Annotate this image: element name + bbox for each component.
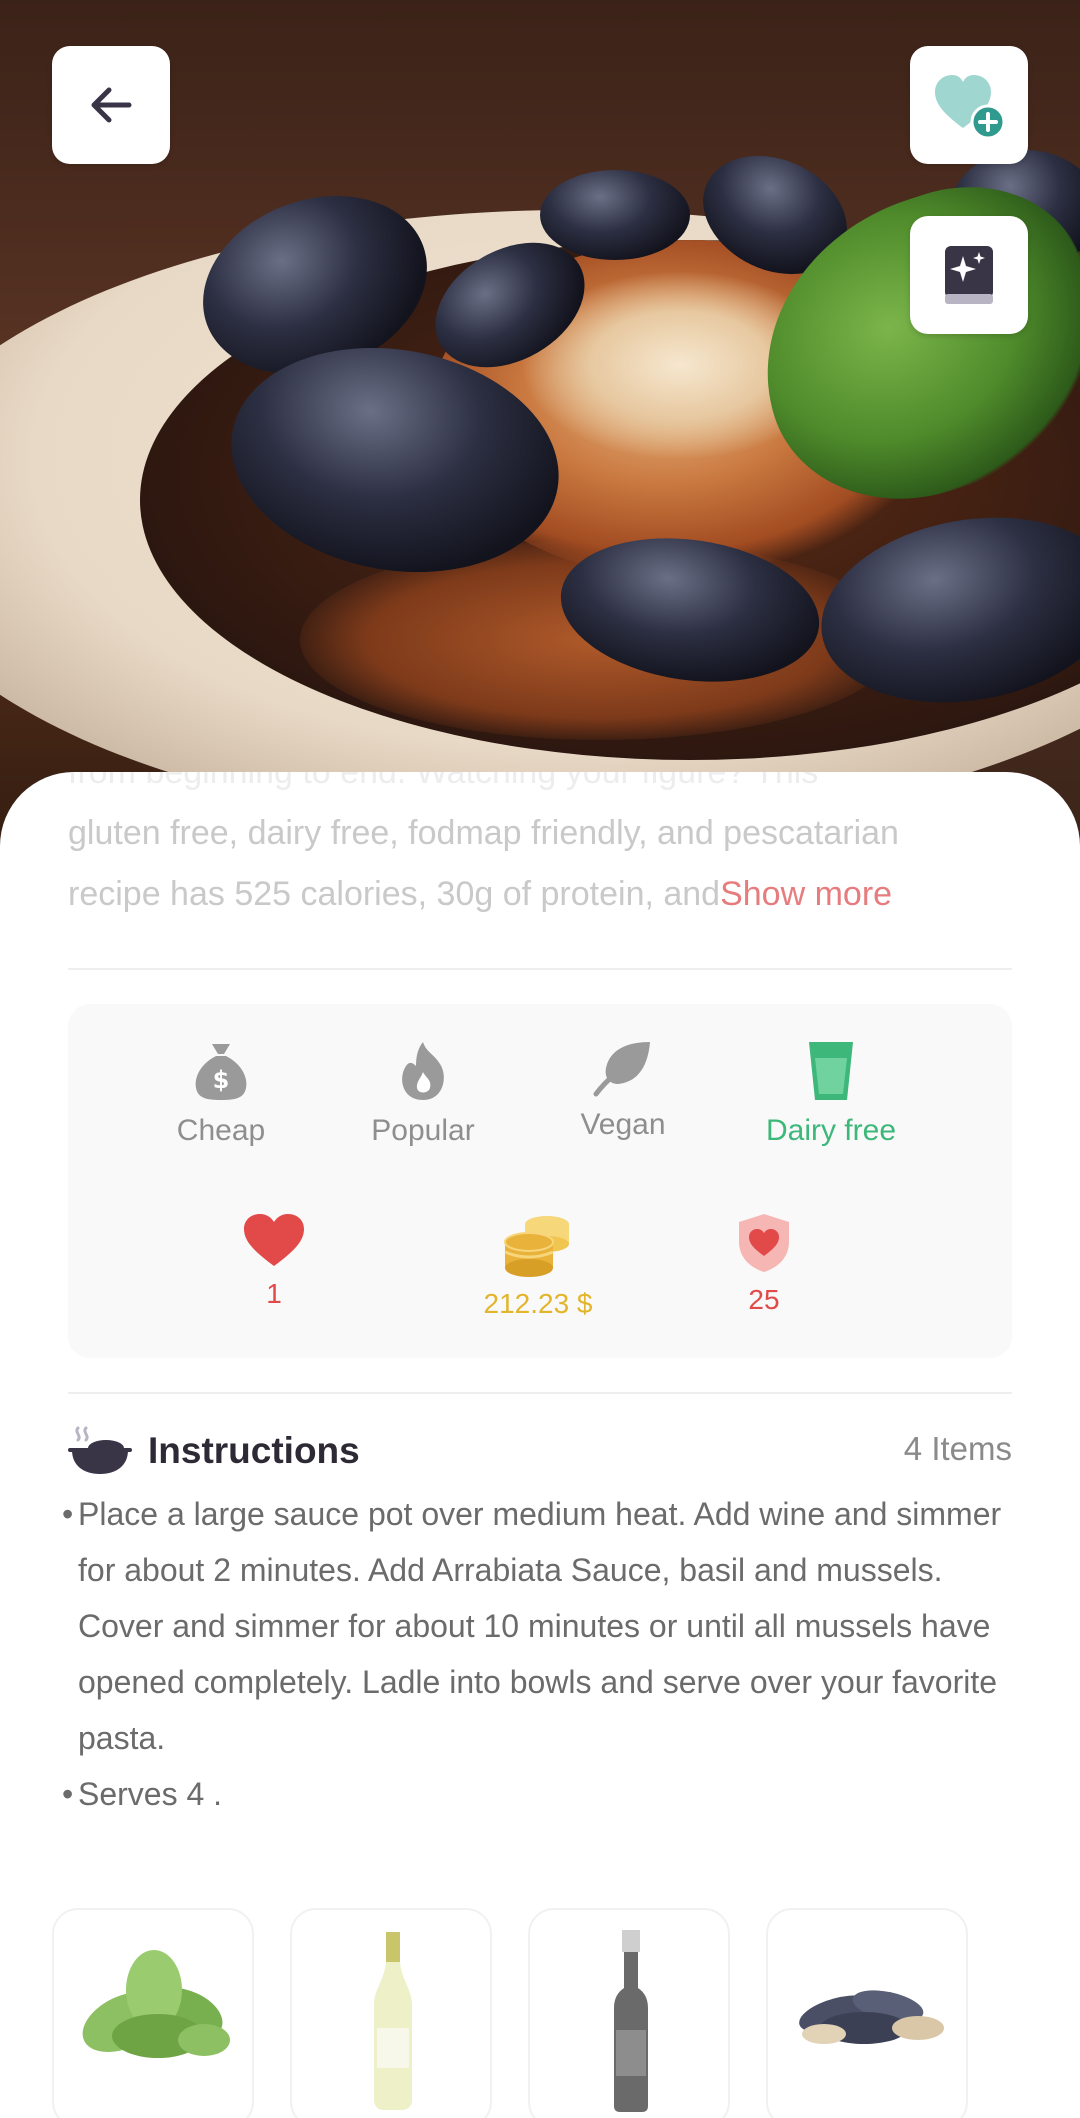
recipe-book-button[interactable] xyxy=(910,216,1028,334)
instructions-count: 4 Items xyxy=(903,1430,1012,1467)
tag-label: Vegan xyxy=(580,1108,666,1141)
tag-cheap: $ Cheap xyxy=(126,1038,316,1148)
ingredient-card-dark-bottle[interactable] xyxy=(528,1908,730,2118)
summary-line: gluten free, dairy free, fodmap friendly… xyxy=(68,814,899,852)
likes-count: 1 xyxy=(266,1278,282,1309)
cooking-pot-icon xyxy=(68,1426,132,1474)
instructions-list: • Place a large sauce pot over medium he… xyxy=(62,1486,1022,1822)
money-bag-icon: $ xyxy=(195,1044,247,1100)
ingredients-row xyxy=(52,1908,1052,2118)
step-text: Serves 4 . xyxy=(78,1776,223,1812)
tag-popular: Popular xyxy=(328,1038,518,1148)
coins-icon xyxy=(504,1216,569,1277)
summary-line: from beginning to end. Watching your fig… xyxy=(68,772,819,791)
basil-image xyxy=(82,1950,230,2058)
tag-label: Popular xyxy=(371,1114,475,1147)
tag-label: Dairy free xyxy=(765,1114,897,1147)
arrow-left-icon xyxy=(91,87,132,123)
health-score-value: 25 xyxy=(748,1284,780,1315)
likes-stat: 1 xyxy=(164,1212,384,1310)
tag-label: Cheap xyxy=(176,1114,266,1147)
step-bullet: • xyxy=(62,1776,74,1812)
back-button[interactable] xyxy=(52,46,170,164)
recipe-summary: from beginning to end. Watching your fig… xyxy=(68,772,1018,925)
leaf-icon xyxy=(593,1042,650,1097)
ingredient-card-mussels[interactable] xyxy=(766,1908,968,2118)
instruction-step: • Serves 4 . xyxy=(62,1766,1022,1822)
dark-bottle-image xyxy=(614,1930,648,2112)
white-wine-bottle-image xyxy=(374,1932,412,2110)
heart-plus-icon xyxy=(935,75,1006,140)
step-bullet: • xyxy=(62,1496,74,1532)
recipe-attributes-panel: $ Cheap Popular Vegan Dairy free 1 212.2… xyxy=(68,1004,1012,1358)
add-to-favorites-button[interactable] xyxy=(910,46,1028,164)
divider xyxy=(68,968,1012,970)
instructions-title: Instructions xyxy=(148,1430,360,1471)
instruction-step: • Place a large sauce pot over medium he… xyxy=(62,1486,1022,1766)
tag-dairy-free: Dairy free xyxy=(736,1038,926,1148)
instructions-header: Instructions 4 Items xyxy=(68,1424,1012,1484)
tag-vegan: Vegan xyxy=(528,1038,718,1142)
shield-heart-icon xyxy=(739,1214,789,1272)
sparkle-book-icon xyxy=(945,246,993,304)
mussels-image xyxy=(799,1990,944,2044)
ingredient-card-white-wine[interactable] xyxy=(290,1908,492,2118)
health-score-stat: 25 xyxy=(654,1212,874,1316)
divider xyxy=(68,1392,1012,1394)
flame-icon xyxy=(402,1042,444,1100)
svg-text:$: $ xyxy=(213,1066,230,1094)
summary-line: recipe has 525 calories, 30g of protein,… xyxy=(68,864,1018,925)
price-value: 212.23 $ xyxy=(483,1288,593,1319)
summary-text: recipe has 525 calories, 30g of protein,… xyxy=(68,875,721,913)
step-text: Place a large sauce pot over medium heat… xyxy=(78,1496,1002,1756)
price-stat: 212.23 $ xyxy=(428,1212,648,1320)
heart-icon xyxy=(244,1214,304,1266)
recipe-details-sheet: from beginning to end. Watching your fig… xyxy=(0,772,1080,2118)
ingredient-card-basil[interactable] xyxy=(52,1908,254,2118)
glass-icon xyxy=(809,1042,853,1100)
show-more-link[interactable]: Show more xyxy=(720,875,892,913)
